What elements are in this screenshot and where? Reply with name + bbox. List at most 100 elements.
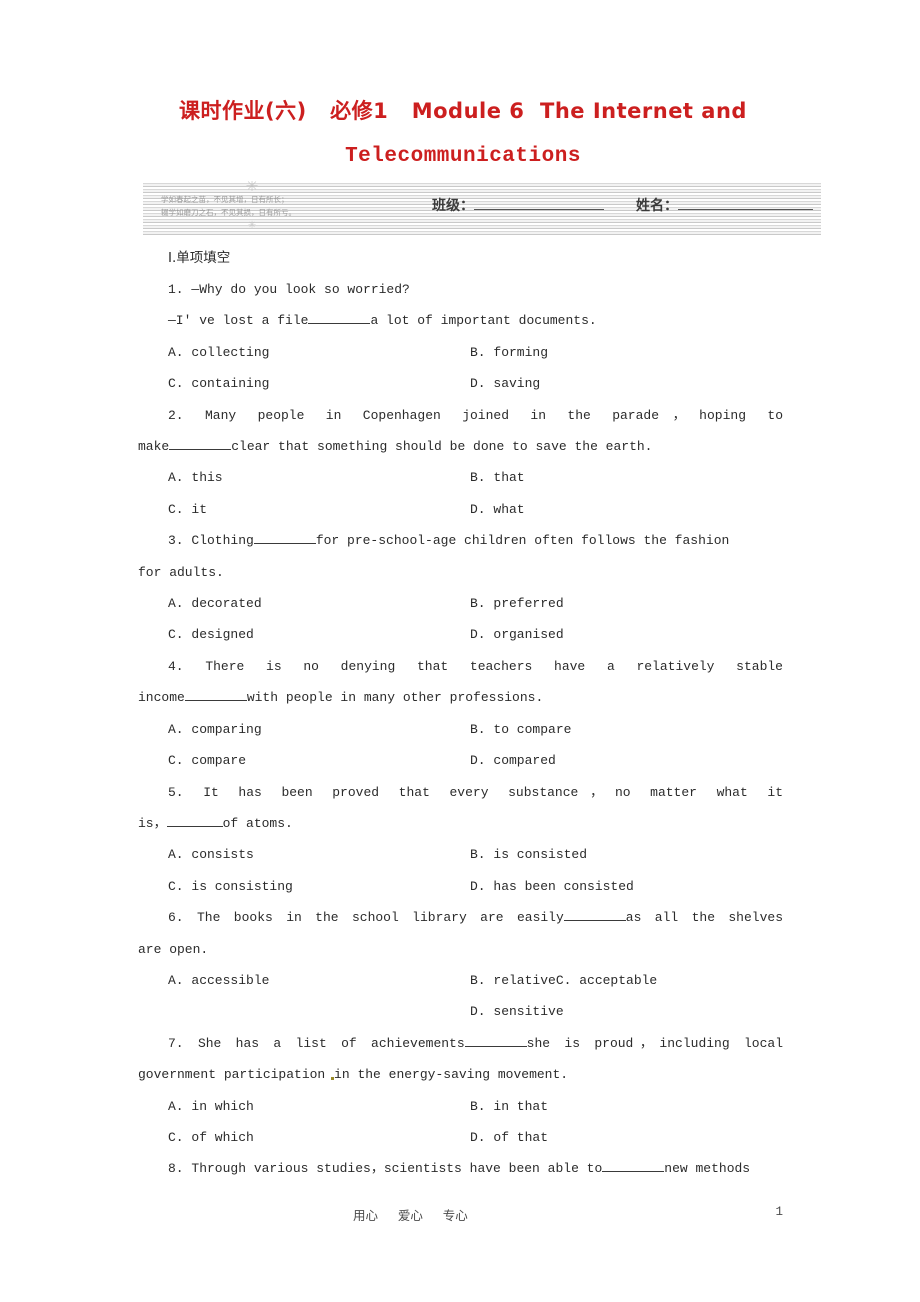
question-5-stem-post: of atoms. — [222, 815, 293, 831]
question-4-option-c[interactable]: C. compare — [168, 745, 470, 776]
class-field[interactable]: 班级： — [432, 195, 604, 221]
ink-speck-artifact — [331, 1077, 335, 1081]
question-2-answer-blank[interactable] — [169, 449, 232, 451]
question-7-option-a[interactable]: A. in which — [168, 1091, 470, 1122]
question-1: 1. —Why do you look so worried? —I' ve l… — [138, 274, 783, 400]
question-3-stem-line-2: for adults. — [138, 564, 224, 580]
question-7-answer-blank[interactable] — [464, 1045, 527, 1047]
question-2-stem-post: clear that something should be done to s… — [231, 439, 653, 455]
name-field-label: 姓名： — [636, 198, 678, 214]
question-7-options-row-2: C. of which D. of that — [138, 1122, 783, 1153]
question-6-answer-blank[interactable] — [563, 920, 626, 922]
question-5-stem-pre: is， — [138, 815, 167, 831]
question-7-option-b[interactable]: B. in that — [470, 1091, 548, 1122]
question-3-options-row-1: A. decorated B. preferred — [138, 588, 783, 619]
proverb-line-2: 辍学如磨刀之石，不见其损，日有所亏。 — [161, 208, 296, 217]
question-1-options-row-2: C. containing D. saving — [138, 368, 783, 399]
question-6-option-bc[interactable]: B. relativeC. acceptable — [470, 965, 657, 996]
question-5-stem-line-2: is， of atoms. — [138, 808, 783, 839]
question-3-stem-line-1: 3. Clothing for pre-school-age children o… — [138, 525, 783, 556]
question-6-stem-line-2: are open. — [138, 941, 209, 957]
question-7-stem-line-2-pre: government participation — [138, 1067, 334, 1083]
question-7-stem-line-2-post: in the energy-saving movement. — [334, 1067, 569, 1083]
question-1-option-c[interactable]: C. containing — [168, 368, 470, 399]
question-4-option-a[interactable]: A. comparing — [168, 714, 470, 745]
question-5: 5. It has been proved that every substan… — [138, 777, 783, 903]
question-8-answer-blank[interactable] — [602, 1171, 665, 1173]
question-4-option-b[interactable]: B. to compare — [470, 714, 571, 745]
question-6-stem-line-1: 6. The books in the school library are e… — [138, 902, 783, 933]
question-4-stem-post: with people in many other professions. — [246, 690, 544, 706]
question-2-option-c[interactable]: C. it — [168, 494, 470, 525]
question-2-stem-pre: make — [138, 439, 170, 455]
question-1-stem-pre: —I' ve lost a file — [168, 313, 309, 329]
question-3-option-b[interactable]: B. preferred — [470, 588, 564, 619]
question-4-answer-blank[interactable] — [184, 700, 247, 702]
proverb-watermark: 学如春起之苗，不见其增，日有所长； 辍学如磨刀之石，不见其损，日有所亏。 — [161, 193, 376, 219]
question-4-option-d[interactable]: D. compared — [470, 745, 556, 776]
question-6-option-c — [168, 996, 470, 1027]
question-7-option-d[interactable]: D. of that — [470, 1122, 548, 1153]
question-7-option-c[interactable]: C. of which — [168, 1122, 470, 1153]
question-5-option-c[interactable]: C. is consisting — [168, 871, 470, 902]
question-6-option-a[interactable]: A. accessible — [168, 965, 470, 996]
question-4: 4. There is no denying that teachers hav… — [138, 651, 783, 777]
page-number: 1 — [775, 1205, 783, 1219]
question-8-stem-post: new methods — [664, 1161, 751, 1177]
question-6-options-row-1: A. accessible B. relativeC. acceptable — [138, 965, 783, 996]
question-5-option-d[interactable]: D. has been consisted — [470, 871, 634, 902]
question-2-option-d[interactable]: D. what — [470, 494, 525, 525]
question-4-options-row-2: C. compare D. compared — [138, 745, 783, 776]
name-field-input[interactable] — [678, 195, 813, 210]
question-1-option-a[interactable]: A. collecting — [168, 337, 470, 368]
page-title-line-1: 课时作业(六) 必修1 Module 6 The Internet and — [179, 99, 747, 123]
question-6-option-d[interactable]: D. sensitive — [470, 996, 564, 1027]
question-2-stem-line-2: make clear that something should be done … — [138, 431, 783, 462]
question-2-option-b[interactable]: B. that — [470, 462, 525, 493]
question-5-option-b[interactable]: B. is consisted — [470, 839, 587, 870]
question-1-stem-line-1: 1. —Why do you look so worried? — [168, 282, 410, 297]
question-1-answer-blank[interactable] — [308, 323, 371, 325]
question-1-options-row-1: A. collecting B. forming — [138, 337, 783, 368]
question-1-option-b[interactable]: B. forming — [470, 337, 548, 368]
question-2-option-a[interactable]: A. this — [168, 462, 470, 493]
question-3-option-d[interactable]: D. organised — [470, 619, 564, 650]
question-3-option-c[interactable]: C. designed — [168, 619, 470, 650]
question-3-options-row-2: C. designed D. organised — [138, 619, 783, 650]
question-3-stem-post: for pre-school-age children often follow… — [315, 533, 730, 549]
question-3-stem-pre: 3. Clothing — [168, 533, 254, 549]
question-7-options-row-1: A. in which B. in that — [138, 1091, 783, 1122]
question-2-stem-line-1: 2. Many people in Copenhagen joined in t… — [168, 407, 783, 423]
question-1-option-d[interactable]: D. saving — [470, 368, 540, 399]
question-5-options-row-2: C. is consisting D. has been consisted — [138, 871, 783, 902]
question-7-stem-pre: 7. She has a list of achievements — [168, 1035, 465, 1051]
section-heading: Ⅰ.单项填空 — [168, 250, 231, 266]
question-1-stem-post: a lot of important documents. — [370, 313, 597, 329]
question-4-stem-pre: income — [138, 690, 185, 706]
question-6-stem-post: as all the shelves — [625, 910, 783, 926]
question-7: 7. She has a list of achievements she is … — [138, 1028, 783, 1154]
question-7-stem-line-1: 7. She has a list of achievements she is … — [138, 1028, 783, 1059]
question-7-stem-post: she is proud，including local — [526, 1035, 783, 1051]
footer-motto: 用心 爱心 专心 — [353, 1208, 468, 1223]
worksheet-content: Ⅰ.单项填空 1. —Why do you look so worried? —… — [138, 243, 783, 1185]
question-8-stem-line-1: 8. Through various studies，scientists ha… — [138, 1153, 783, 1184]
question-6-stem-pre: 6. The books in the school library are e… — [168, 910, 564, 926]
proverb-line-1: 学如春起之苗，不见其增，日有所长； — [161, 195, 289, 204]
question-6: 6. The books in the school library are e… — [138, 902, 783, 1028]
question-3: 3. Clothing for pre-school-age children o… — [138, 525, 783, 651]
name-field[interactable]: 姓名： — [636, 195, 813, 221]
class-field-label: 班级： — [432, 198, 474, 214]
question-3-option-a[interactable]: A. decorated — [168, 588, 470, 619]
question-5-stem-line-1: 5. It has been proved that every substan… — [168, 784, 783, 800]
question-5-options-row-1: A. consists B. is consisted — [138, 839, 783, 870]
question-4-stem-line-2: income with people in many other professi… — [138, 682, 783, 713]
question-2-options-row-2: C. it D. what — [138, 494, 783, 525]
question-3-answer-blank[interactable] — [253, 543, 316, 545]
question-5-answer-blank[interactable] — [166, 825, 223, 827]
question-1-stem-line-2: —I' ve lost a file a lot of important doc… — [138, 305, 783, 336]
question-2: 2. Many people in Copenhagen joined in t… — [138, 400, 783, 526]
class-field-input[interactable] — [474, 195, 604, 210]
page-footer: 用心 爱心 专心 1 — [138, 1205, 783, 1227]
question-5-option-a[interactable]: A. consists — [168, 839, 470, 870]
